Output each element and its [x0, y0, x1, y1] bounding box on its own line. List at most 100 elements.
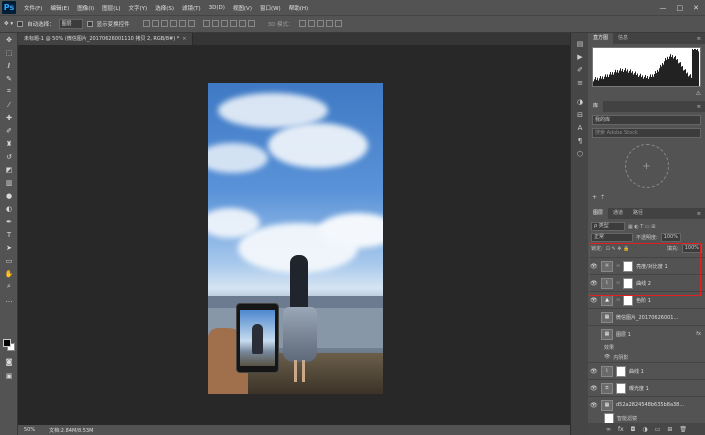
character-panel-icon[interactable]: A [571, 121, 589, 134]
link-layers-icon[interactable]: ∞ [606, 426, 611, 433]
align-middle-icon[interactable] [151, 19, 159, 27]
auto-select-checkbox[interactable] [17, 21, 24, 27]
dodge-tool-icon[interactable]: ◐ [0, 202, 18, 215]
tab-layers[interactable]: 图层 [588, 208, 609, 219]
tab-channels[interactable]: 通道 [608, 208, 628, 219]
effect-row[interactable]: 效果 [588, 342, 705, 352]
brush-panel-icon[interactable]: ✐ [571, 63, 589, 76]
layer-name[interactable]: 图层 1 [616, 331, 631, 338]
history-brush-tool-icon[interactable]: ↺ [0, 150, 18, 163]
3d-pan-icon[interactable] [316, 19, 324, 27]
brush-tool-icon[interactable]: ✐ [0, 124, 18, 137]
history-panel-icon[interactable]: ▤ [571, 37, 589, 50]
visibility-eye-icon[interactable]: 👁 [590, 368, 598, 375]
panel-menu-icon[interactable]: ≡ [697, 36, 705, 42]
layer-mask-thumb[interactable] [616, 382, 626, 394]
quick-mask-icon[interactable]: ◙ [0, 355, 18, 368]
type-tool-icon[interactable]: T [0, 228, 18, 241]
blend-mode-select[interactable]: 正常 [591, 233, 633, 242]
adjustment-icon[interactable]: ◑ [642, 426, 647, 433]
distribute-center-icon[interactable] [238, 19, 246, 27]
menu-image[interactable]: 图像(I) [73, 4, 98, 12]
visibility-eye-icon[interactable]: 👁 [590, 280, 598, 287]
menu-type[interactable]: 文字(Y) [125, 4, 152, 12]
opacity-input[interactable]: 100% [660, 233, 681, 242]
menu-3d[interactable]: 3D(D) [205, 5, 229, 11]
clone-stamp-tool-icon[interactable]: ♜ [0, 137, 18, 150]
tab-info[interactable]: 信息 [613, 33, 633, 44]
path-select-tool-icon[interactable]: ➤ [0, 241, 18, 254]
layer-row[interactable]: 👁 ± 曝光度 1 [588, 379, 705, 396]
effect-row[interactable]: 👁 内阴影 [588, 352, 705, 362]
layer-mask-thumb[interactable] [623, 277, 634, 289]
visibility-eye-icon[interactable]: 👁 [590, 402, 598, 409]
smart-filter-mask[interactable] [604, 412, 614, 424]
zoom-level[interactable]: 50% [24, 427, 35, 433]
menu-file[interactable]: 文件(F) [20, 4, 46, 12]
distribute-bottom-icon[interactable] [220, 19, 228, 27]
eye-icon[interactable]: 👁 [604, 354, 610, 360]
align-bottom-icon[interactable] [160, 19, 168, 27]
minimize-icon[interactable]: — [660, 4, 667, 12]
fx-icon[interactable]: fx [618, 426, 624, 433]
layer-row[interactable]: ▦ 微信图片_20170626001... [588, 308, 705, 325]
smart-filter-row[interactable]: 智能滤镜 [588, 412, 705, 424]
layer-row[interactable]: 👁 ⌇ 曲线 1 [588, 362, 705, 379]
healing-brush-tool-icon[interactable]: ✚ [0, 111, 18, 124]
auto-select-dropdown[interactable]: 图层 [58, 19, 83, 29]
layer-row[interactable]: 👁 ▦ d52a2824548b635b8a38... [588, 396, 705, 413]
3d-rotate-icon[interactable] [298, 19, 306, 27]
library-select[interactable]: 我的库 [592, 115, 701, 125]
distribute-top-icon[interactable] [202, 19, 210, 27]
sync-icon[interactable]: ⇡ [600, 194, 605, 201]
more-tools-icon[interactable]: … [0, 293, 18, 306]
align-top-icon[interactable] [142, 19, 150, 27]
add-content-icon[interactable]: + [624, 144, 669, 188]
distribute-left-icon[interactable] [229, 19, 237, 27]
foreground-color-swatch[interactable] [3, 339, 11, 347]
properties-panel-icon[interactable]: ⊟ [571, 108, 589, 121]
trash-icon[interactable]: 🗑 [679, 426, 687, 433]
rectangle-tool-icon[interactable]: ▭ [0, 254, 18, 267]
visibility-eye-icon[interactable]: 👁 [590, 263, 598, 270]
add-mask-icon[interactable]: ◘ [631, 426, 636, 433]
actions-panel-icon[interactable]: ▶ [571, 50, 589, 63]
group-icon[interactable]: ▭ [655, 426, 661, 433]
align-right-icon[interactable] [187, 19, 195, 27]
3d-panel-icon[interactable]: ⬡ [571, 147, 589, 160]
show-transform-checkbox[interactable] [86, 21, 93, 27]
library-search-input[interactable]: 搜索 Adobe Stock [592, 128, 701, 138]
layer-name[interactable]: 微信图片_20170626001... [616, 314, 678, 321]
new-layer-icon[interactable]: ⊞ [667, 426, 672, 433]
menu-edit[interactable]: 编辑(E) [46, 4, 73, 12]
close-tab-icon[interactable]: × [182, 36, 186, 42]
panel-menu-icon[interactable]: ≡ [697, 104, 705, 110]
gradient-tool-icon[interactable]: ▥ [0, 176, 18, 189]
panel-menu-icon[interactable]: ≡ [697, 211, 705, 217]
menu-window[interactable]: 窗口(W) [256, 4, 285, 12]
document-tab[interactable]: 未标题-1 @ 50% (微信图片_20170626001110 拷贝 2, R… [18, 33, 194, 45]
layer-name[interactable]: d52a2824548b635b8a38... [616, 402, 684, 408]
lock-icons[interactable]: ⊡ ✎ ✥ 🔒 [606, 246, 630, 252]
layer-name[interactable]: 色阶 1 [636, 297, 651, 304]
warning-icon[interactable]: ⚠ [696, 90, 701, 97]
layer-name[interactable]: 曲线 2 [636, 280, 651, 287]
layer-row[interactable]: ▦ 图层 1 fx [588, 325, 705, 342]
visibility-eye-icon[interactable]: 👁 [590, 385, 598, 392]
add-element-icon[interactable]: + [592, 194, 597, 201]
align-center-icon[interactable] [178, 19, 186, 27]
lasso-tool-icon[interactable]: ℓ [0, 59, 18, 72]
distribute-middle-icon[interactable] [211, 19, 219, 27]
fill-input[interactable]: 100% [681, 244, 702, 253]
eraser-tool-icon[interactable]: ◩ [0, 163, 18, 176]
close-icon[interactable]: ✕ [693, 4, 699, 12]
menu-filter[interactable]: 滤镜(T) [178, 4, 205, 12]
distribute-right-icon[interactable] [247, 19, 255, 27]
tab-libraries[interactable]: 库 [588, 101, 604, 112]
maximize-icon[interactable]: □ [677, 4, 684, 12]
move-tool-icon[interactable]: ✥ [0, 33, 18, 46]
3d-scale-icon[interactable] [334, 19, 342, 27]
move-tool-icon[interactable]: ✥ ▾ [4, 21, 13, 27]
layer-row[interactable]: 👁 ⌇ ∞ 曲线 2 [588, 274, 705, 291]
quick-select-tool-icon[interactable]: ✎ [0, 72, 18, 85]
